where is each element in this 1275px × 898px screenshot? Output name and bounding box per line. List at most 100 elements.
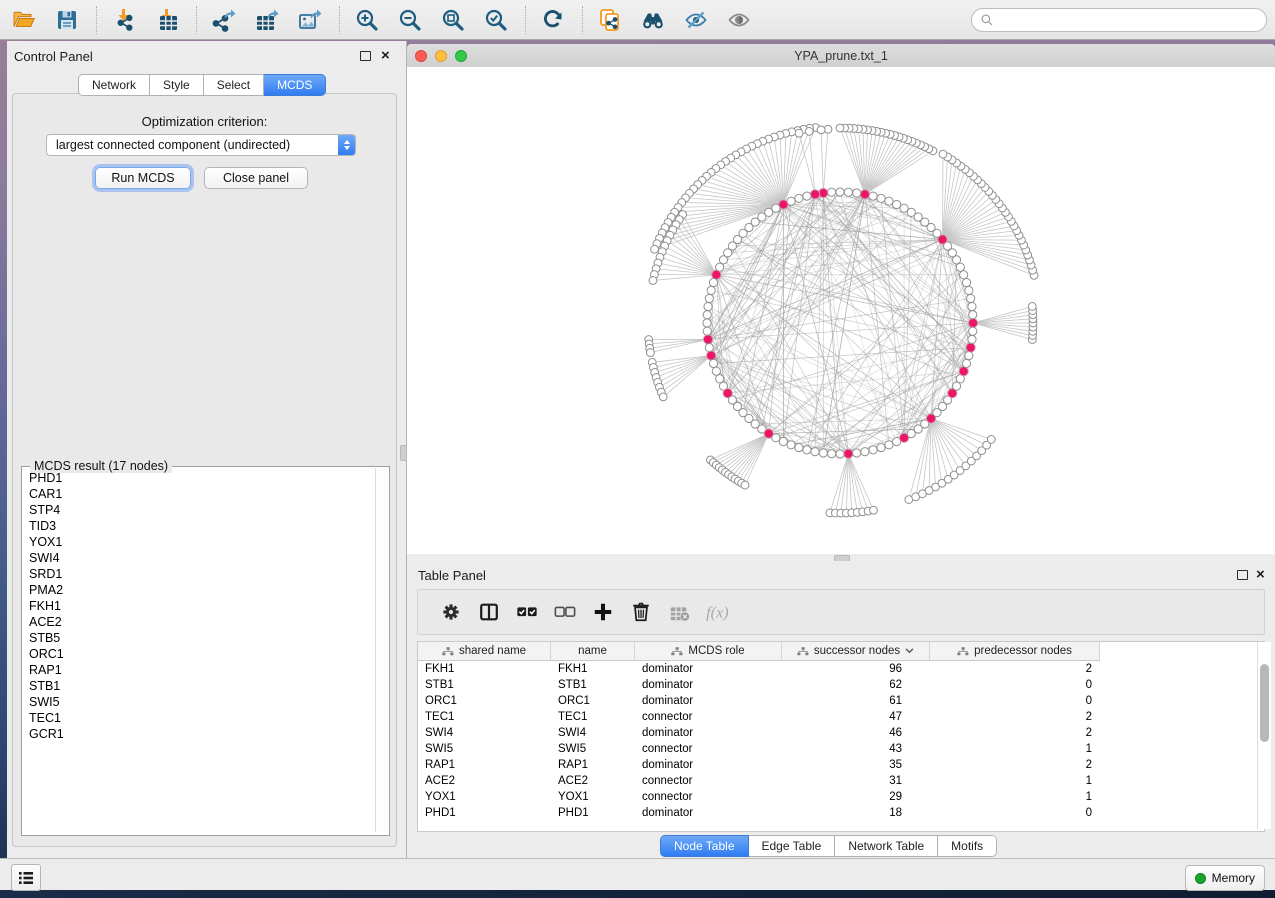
settings-gear-button[interactable] [436, 595, 466, 629]
mcds-result-item[interactable]: PMA2 [23, 582, 375, 598]
save-session-button[interactable] [53, 5, 81, 35]
table-row[interactable]: RAP1RAP1dominator352 [418, 757, 1264, 773]
mcds-result-item[interactable]: SRD1 [23, 566, 375, 582]
mcds-result-item[interactable]: FKH1 [23, 598, 375, 614]
column-header-successor-nodes[interactable]: successor nodes [782, 642, 930, 661]
close-panel-icon[interactable]: × [381, 51, 390, 61]
tab-style[interactable]: Style [150, 74, 204, 96]
table-scrollbar[interactable] [1257, 642, 1271, 829]
search-box[interactable] [971, 8, 1267, 32]
memory-button[interactable]: Memory [1185, 865, 1265, 891]
vertical-splitter[interactable] [399, 41, 407, 858]
tab-network[interactable]: Network [78, 74, 150, 96]
tab-edge-table[interactable]: Edge Table [749, 835, 836, 857]
horizontal-splitter[interactable] [407, 554, 1275, 561]
table-row[interactable]: FKH1FKH1dominator962 [418, 661, 1264, 677]
column-header-name[interactable]: name [551, 642, 635, 661]
mcds-result-item[interactable]: RAP1 [23, 662, 375, 678]
tab-mcds[interactable]: MCDS [264, 74, 326, 96]
close-table-panel-icon[interactable]: × [1256, 570, 1265, 580]
refresh-view-icon [541, 8, 565, 32]
cell: connector [635, 709, 782, 725]
select-all-button[interactable] [512, 595, 542, 629]
criterion-selected-value: largest connected component (undirected) [47, 138, 338, 152]
hide-graphics-button[interactable] [682, 5, 710, 35]
open-file-button[interactable] [10, 5, 38, 35]
export-network-button[interactable] [210, 5, 238, 35]
zoom-fit-button[interactable] [439, 5, 467, 35]
mcds-result-item[interactable]: ORC1 [23, 646, 375, 662]
network-window-titlebar[interactable]: YPA_prune.txt_1 [407, 44, 1275, 68]
optimization-criterion-select[interactable]: largest connected component (undirected) [46, 134, 356, 156]
delete-entry-button[interactable] [626, 595, 656, 629]
table-row[interactable]: PHD1PHD1dominator180 [418, 805, 1264, 821]
mcds-result-item[interactable]: ACE2 [23, 614, 375, 630]
clone-network-button[interactable] [596, 5, 624, 35]
mcds-result-item[interactable]: YOX1 [23, 534, 375, 550]
cell: STB1 [551, 677, 635, 693]
cell: 1 [930, 741, 1100, 757]
cell: 2 [930, 709, 1100, 725]
network-window-title: YPA_prune.txt_1 [407, 49, 1275, 63]
run-mcds-button[interactable]: Run MCDS [95, 167, 191, 189]
mcds-result-item[interactable]: SWI5 [23, 694, 375, 710]
mcds-result-item[interactable]: TID3 [23, 518, 375, 534]
mcds-result-item[interactable]: STB5 [23, 630, 375, 646]
show-columns-button[interactable] [474, 595, 504, 629]
cell: SWI4 [418, 725, 551, 741]
search-network-button[interactable] [639, 5, 667, 35]
zoom-selected-icon [484, 8, 508, 32]
mcds-result-item[interactable]: STP4 [23, 502, 375, 518]
float-panel-icon[interactable] [360, 51, 371, 61]
function-builder-button[interactable]: f(x) [702, 595, 732, 629]
tab-node-table[interactable]: Node Table [660, 835, 749, 857]
mcds-result-item[interactable]: CAR1 [23, 486, 375, 502]
table-row[interactable]: STB1STB1dominator620 [418, 677, 1264, 693]
zoom-selected-button[interactable] [482, 5, 510, 35]
import-network-button[interactable] [110, 5, 138, 35]
show-panels-button[interactable] [11, 864, 41, 891]
mcds-result-item[interactable]: TEC1 [23, 710, 375, 726]
column-header-MCDS-role[interactable]: MCDS role [635, 642, 782, 661]
table-scrollbar-thumb[interactable] [1260, 664, 1269, 742]
unselect-all-button[interactable] [550, 595, 580, 629]
close-panel-button[interactable]: Close panel [204, 167, 308, 189]
zoom-fit-icon [441, 8, 465, 32]
table-row[interactable]: ORC1ORC1dominator610 [418, 693, 1264, 709]
mcds-result-item[interactable]: STB1 [23, 678, 375, 694]
table-row[interactable]: YOX1YOX1connector291 [418, 789, 1264, 805]
column-header-shared-name[interactable]: shared name [418, 642, 551, 661]
zoom-in-button[interactable] [353, 5, 381, 35]
delete-table-button[interactable] [664, 595, 694, 629]
mcds-result-item[interactable]: GCR1 [23, 726, 375, 742]
memory-status-icon [1195, 873, 1206, 884]
mcds-result-item[interactable]: SWI4 [23, 550, 375, 566]
table-row[interactable]: SWI5SWI5connector431 [418, 741, 1264, 757]
tab-network-table[interactable]: Network Table [835, 835, 938, 857]
control-panel: Control Panel × NetworkStyleSelectMCDS O… [7, 41, 399, 858]
main-toolbar [0, 0, 1275, 40]
mcds-result-scrollbar[interactable] [375, 468, 388, 832]
table-row[interactable]: SWI4SWI4dominator462 [418, 725, 1264, 741]
tab-motifs[interactable]: Motifs [938, 835, 997, 857]
import-table-button[interactable] [153, 5, 181, 35]
show-graphics-details-icon [727, 8, 751, 32]
network-canvas[interactable] [407, 67, 1275, 554]
mcds-result-list[interactable]: PHD1CAR1STP4TID3YOX1SWI4SRD1PMA2FKH1ACE2… [23, 470, 375, 832]
show-graphics-details-button[interactable] [725, 5, 753, 35]
cell: ACE2 [418, 773, 551, 789]
add-entry-button[interactable] [588, 595, 618, 629]
export-image-button[interactable] [296, 5, 324, 35]
float-table-panel-icon[interactable] [1237, 570, 1248, 580]
table-row[interactable]: ACE2ACE2connector311 [418, 773, 1264, 789]
table-row[interactable]: TEC1TEC1connector472 [418, 709, 1264, 725]
refresh-view-button[interactable] [539, 5, 567, 35]
column-header-predecessor-nodes[interactable]: predecessor nodes [930, 642, 1100, 661]
list-icon [18, 871, 34, 885]
node-table: shared namenameMCDS rolesuccessor nodesp… [417, 641, 1265, 832]
search-input[interactable] [999, 12, 1253, 28]
export-table-button[interactable] [253, 5, 281, 35]
mcds-result-item[interactable]: PHD1 [23, 470, 375, 486]
zoom-out-button[interactable] [396, 5, 424, 35]
tab-select[interactable]: Select [204, 74, 264, 96]
